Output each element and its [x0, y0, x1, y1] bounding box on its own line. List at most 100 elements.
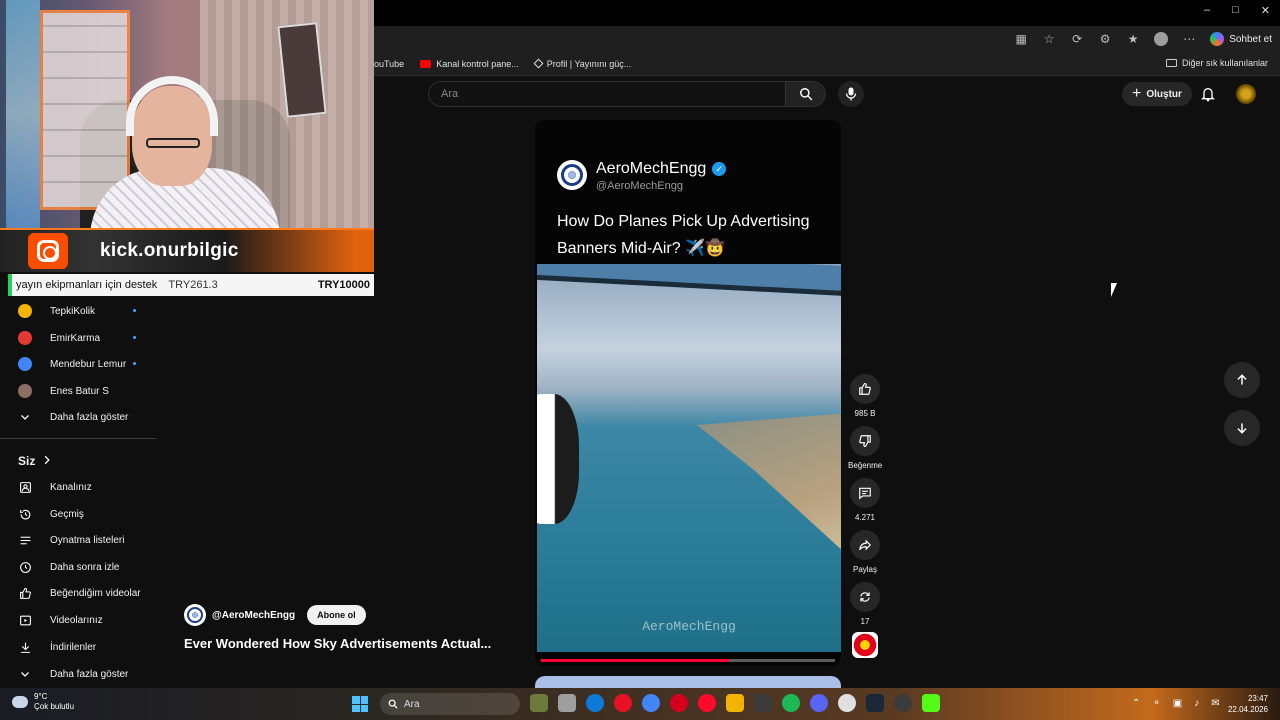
bookmark-channel-dashboard[interactable]: Kanal kontrol pane...	[420, 59, 519, 69]
sidebar-item-your-videos[interactable]: Videolarınız	[18, 611, 156, 629]
store-icon[interactable]	[754, 694, 772, 712]
folder-app-icon[interactable]	[726, 694, 744, 712]
sidebar-item-emirkarma[interactable]: EmirKarma	[18, 329, 156, 347]
remix-button[interactable]: 17	[848, 582, 882, 626]
sidebar-item-label: Mendebur Lemur	[50, 358, 127, 370]
show-more-you[interactable]: Daha fazla göster	[18, 665, 156, 683]
taskbar-search[interactable]: Ara	[380, 693, 520, 715]
search-button[interactable]	[786, 81, 826, 107]
short-title[interactable]: Ever Wondered How Sky Advertisements Act…	[184, 636, 494, 651]
bookmark-profile[interactable]: Profil | Yayınını güç...	[533, 58, 632, 69]
favorites-icon[interactable]: ★	[1126, 32, 1140, 46]
chevron-right-icon	[43, 454, 51, 468]
profile-icon[interactable]	[1154, 32, 1169, 46]
volume-icon[interactable]: ♪	[1194, 698, 1199, 709]
opera-gx-icon[interactable]	[670, 694, 688, 712]
search-input[interactable]: Ara	[428, 81, 786, 107]
microphone-tray-icon[interactable]: ⚬	[1152, 698, 1160, 709]
sidebar-item-mendebur-lemur[interactable]: Mendebur Lemur	[18, 355, 156, 373]
verified-icon: ✓	[712, 162, 727, 176]
short-channel-info: @AeroMechEngg Abone ol	[184, 604, 366, 626]
opera-icon[interactable]	[614, 694, 632, 712]
mouse-cursor	[1111, 283, 1117, 297]
audio-source-avatar	[852, 632, 878, 658]
more-icon[interactable]: ⋯	[1182, 32, 1196, 46]
sidebar-divider	[0, 438, 156, 439]
share-label: Paylaş	[852, 565, 877, 574]
windows-start-icon[interactable]	[352, 696, 368, 712]
sidebar-item-history[interactable]: Geçmiş	[18, 505, 156, 523]
sidebar-item-downloads[interactable]: İndirilenler	[18, 638, 156, 656]
live-indicator	[133, 362, 136, 365]
subscribe-button[interactable]: Abone ol	[307, 605, 366, 625]
sidebar-item-liked-videos[interactable]: Beğendiğim videolar	[18, 584, 156, 602]
favorite-star-icon[interactable]: ☆	[1042, 32, 1056, 46]
sidebar-item-watch-later[interactable]: Daha sonra izle	[18, 558, 156, 576]
chevron-up-icon[interactable]: ⌃	[1132, 698, 1140, 709]
yandex-icon[interactable]	[698, 694, 716, 712]
spotify-icon[interactable]	[782, 694, 800, 712]
channel-avatar	[18, 357, 32, 371]
file-app-icon[interactable]	[558, 694, 576, 712]
bookmark-label: Profil | Yayınını güç...	[546, 58, 632, 69]
date: 22.04.2026	[1227, 705, 1268, 714]
minimize-icon[interactable]: –	[1204, 4, 1210, 17]
kick-icon[interactable]	[922, 694, 940, 712]
weather-widget[interactable]: 9°C Çok bulutlu	[12, 692, 74, 712]
sidebar-item-enes-batur[interactable]: Enes Batur S	[18, 382, 156, 400]
next-short-button[interactable]	[1224, 410, 1260, 446]
system-tray: ⌃ ⚬ ▣ ♪ ✉	[1132, 698, 1220, 709]
edge-icon[interactable]	[586, 694, 604, 712]
card-title: How Do Planes Pick Up Advertising Banner…	[557, 213, 810, 257]
tab-strip: – □ ✕	[374, 0, 1280, 26]
extensions-icon[interactable]: ⚙	[1098, 32, 1112, 46]
maximize-icon[interactable]: □	[1232, 4, 1239, 17]
apps-icon[interactable]: ▦	[1014, 32, 1028, 46]
close-icon[interactable]: ✕	[1261, 4, 1270, 17]
airplane-wing	[537, 264, 841, 297]
taskbar-clock[interactable]: 23:47 22.04.2026	[1228, 693, 1268, 715]
channel-handle[interactable]: @AeroMechEngg	[212, 610, 295, 621]
share-button[interactable]: Paylaş	[848, 530, 882, 574]
copilot-button[interactable]: Sohbet et	[1210, 32, 1272, 46]
temperature: 9°C	[34, 692, 48, 701]
screen: – □ ✕ ▦ ☆ ⟳ ⚙ ★ ⋯ Sohbet et ouTube Kanal…	[0, 0, 1280, 720]
show-more-subscriptions[interactable]: Daha fazla göster	[18, 408, 156, 426]
like-button[interactable]: 985 B	[848, 374, 882, 418]
bookmark-youtube[interactable]: ouTube	[374, 59, 404, 69]
notification-tray-icon[interactable]: ✉	[1211, 698, 1219, 709]
discord-icon[interactable]	[810, 694, 828, 712]
you-section-header[interactable]: Siz	[18, 454, 51, 468]
bookmarks-bar: ouTube Kanal kontrol pane... Profil | Ya…	[374, 52, 1280, 76]
account-avatar[interactable]	[1236, 84, 1256, 104]
sidebar: TepkiKolik EmirKarma Mendebur Lemur Enes…	[0, 296, 156, 686]
app-icon[interactable]	[894, 694, 912, 712]
obs-icon[interactable]	[838, 694, 856, 712]
coastline	[697, 410, 841, 560]
create-button[interactable]: + Oluştur	[1122, 82, 1192, 106]
dislike-button[interactable]: Beğenme	[848, 426, 882, 470]
previous-short-button[interactable]	[1224, 362, 1260, 398]
steam-icon[interactable]	[866, 694, 884, 712]
voice-search-button[interactable]	[838, 81, 864, 107]
video-progress-bar[interactable]	[541, 659, 835, 662]
like-icon	[18, 586, 32, 600]
short-video-player[interactable]: AeroMechEngg ✓ @AeroMechEngg How Do Plan…	[535, 120, 841, 666]
sidebar-item-your-channel[interactable]: Kanalınız	[18, 478, 156, 496]
chrome-icon[interactable]	[642, 694, 660, 712]
notifications-button[interactable]	[1200, 86, 1216, 107]
search-icon	[799, 88, 812, 101]
sidebar-item-tepkikolik[interactable]: TepkiKolik	[18, 302, 156, 320]
refresh-icon[interactable]: ⟳	[1070, 32, 1084, 46]
other-bookmarks[interactable]: Diğer sık kullanılanlar	[1165, 58, 1268, 68]
bookmark-label: ouTube	[374, 58, 405, 69]
comments-button[interactable]: 4.271	[848, 478, 882, 522]
sidebar-item-playlists[interactable]: Oynatma listeleri	[18, 531, 156, 549]
browser-toolbar: ▦ ☆ ⟳ ⚙ ★ ⋯ Sohbet et	[374, 26, 1280, 52]
widgets-app-icon[interactable]	[530, 694, 548, 712]
goal-label: yayın ekipmanları için destek	[16, 279, 158, 291]
audio-source-button[interactable]	[848, 632, 882, 658]
network-icon[interactable]: ▣	[1173, 698, 1182, 709]
video-icon	[18, 613, 32, 627]
channel-avatar[interactable]	[184, 604, 206, 626]
